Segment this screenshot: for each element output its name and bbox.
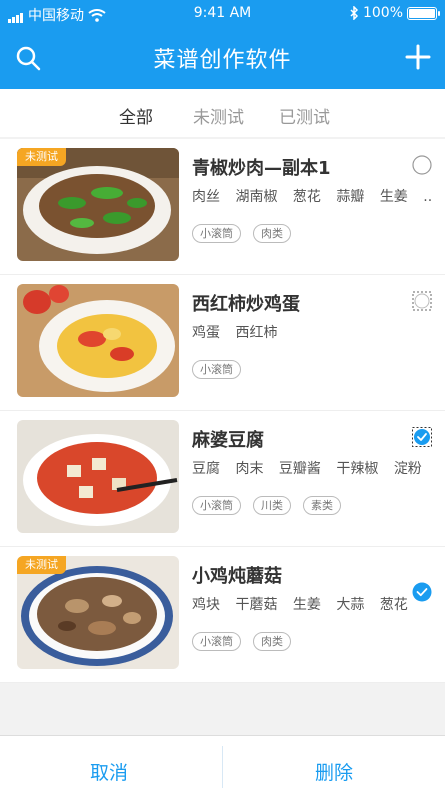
tag-list: 小滚筒 肉类: [192, 632, 291, 651]
ingredient: 鸡块: [192, 597, 220, 613]
ingredient: 葱花: [379, 597, 408, 613]
recipe-item[interactable]: 未测试 小鸡炖蘑菇 鸡块 干蘑菇 生姜 大蒜 葱花 小滚筒 肉类: [0, 547, 445, 683]
add-icon[interactable]: [403, 42, 433, 72]
recipe-item[interactable]: 麻婆豆腐 豆腐 肉末 豆瓣酱 干辣椒 淀粉 小滚筒 川类 素类: [0, 411, 445, 547]
tag-chip: 小滚筒: [192, 632, 241, 651]
tag-list: 小滚筒 川类 素类: [192, 496, 341, 515]
recipe-name: 西红柿炒鸡蛋: [192, 294, 300, 315]
status-bar: 中国移动 9:41 AM 100%: [0, 0, 445, 26]
page-title: 菜谱创作软件: [153, 48, 292, 73]
untested-badge: 未测试: [17, 148, 66, 166]
ingredient: 淀粉: [393, 461, 422, 477]
checked-box-icon[interactable]: [412, 427, 432, 447]
tag-list: 小滚筒: [192, 360, 241, 379]
ingredient-list: 豆腐 肉末 豆瓣酱 干辣椒 淀粉: [192, 458, 432, 478]
ingredient: 肉丝: [192, 189, 220, 205]
bluetooth-icon: [350, 6, 359, 20]
recipe-photo: [17, 284, 179, 397]
recipe-item[interactable]: 西红柿炒鸡蛋 鸡蛋 西红柿 小滚筒: [0, 275, 445, 411]
tag-chip: 素类: [303, 496, 341, 515]
recipe-photo: [17, 420, 179, 533]
tag-chip: 肉类: [253, 632, 291, 651]
ingredient: 西红柿: [235, 325, 278, 341]
untested-badge: 未测试: [17, 556, 66, 574]
delete-button[interactable]: 删除: [315, 758, 353, 785]
ingredient-list: 肉丝 湖南椒 葱花 蒜瓣 生姜 ...: [192, 186, 432, 206]
tag-chip: 小滚筒: [192, 360, 241, 379]
ingredient: 豆瓣酱: [278, 461, 321, 477]
tag-list: 小滚筒 肉类: [192, 224, 291, 243]
selection-box-icon[interactable]: [412, 291, 432, 311]
ingredient: 生姜: [379, 189, 408, 205]
ingredient: 大蒜: [336, 597, 365, 613]
cancel-button[interactable]: 取消: [90, 758, 128, 785]
recipe-name: 青椒炒肉—副本1: [192, 158, 331, 179]
unchecked-circle-icon[interactable]: [412, 155, 432, 175]
tag-chip: 肉类: [253, 224, 291, 243]
ingredient: 干蘑菇: [235, 597, 278, 613]
tab-all[interactable]: 全部: [119, 103, 153, 128]
ingredient-list: 鸡块 干蘑菇 生姜 大蒜 葱花: [192, 594, 432, 614]
tag-chip: 川类: [253, 496, 291, 515]
battery-label: 100%: [362, 5, 403, 21]
ingredient: 肉末: [235, 461, 264, 477]
tag-chip: 小滚筒: [192, 224, 241, 243]
bottom-action-bar: 取消 删除: [0, 735, 445, 794]
ingredient: 蒜瓣: [336, 189, 365, 205]
ingredient: 豆腐: [192, 461, 220, 477]
footer-divider: [222, 746, 223, 788]
ingredient: 干辣椒: [336, 461, 379, 477]
ingredient: 湖南椒: [235, 189, 278, 205]
recipe-item[interactable]: 未测试 青椒炒肉—副本1 肉丝 湖南椒 葱花 蒜瓣 生姜 ... 小滚筒 肉类: [0, 139, 445, 275]
nav-bar: 菜谱创作软件: [0, 30, 445, 86]
filter-tabs: 全部 未测试 已测试: [0, 89, 445, 137]
recipe-name: 麻婆豆腐: [192, 430, 264, 451]
tab-untested[interactable]: 未测试: [193, 103, 244, 128]
tag-chip: 小滚筒: [192, 496, 241, 515]
recipe-name: 小鸡炖蘑菇: [192, 566, 282, 587]
checked-circle-icon[interactable]: [412, 582, 432, 602]
ingredient-list: 鸡蛋 西红柿: [192, 322, 432, 342]
ingredient: 生姜: [292, 597, 321, 613]
top-bar: 中国移动 9:41 AM 100% 菜谱创作软件: [0, 0, 445, 89]
tab-tested[interactable]: 已测试: [279, 103, 330, 128]
battery-icon: [407, 6, 440, 20]
recipe-list: 未测试 青椒炒肉—副本1 肉丝 湖南椒 葱花 蒜瓣 生姜 ... 小滚筒 肉类: [0, 139, 445, 683]
ingredient: 葱花: [292, 189, 321, 205]
ingredient: 鸡蛋: [192, 325, 220, 341]
ingredient-more: ...: [423, 189, 432, 205]
